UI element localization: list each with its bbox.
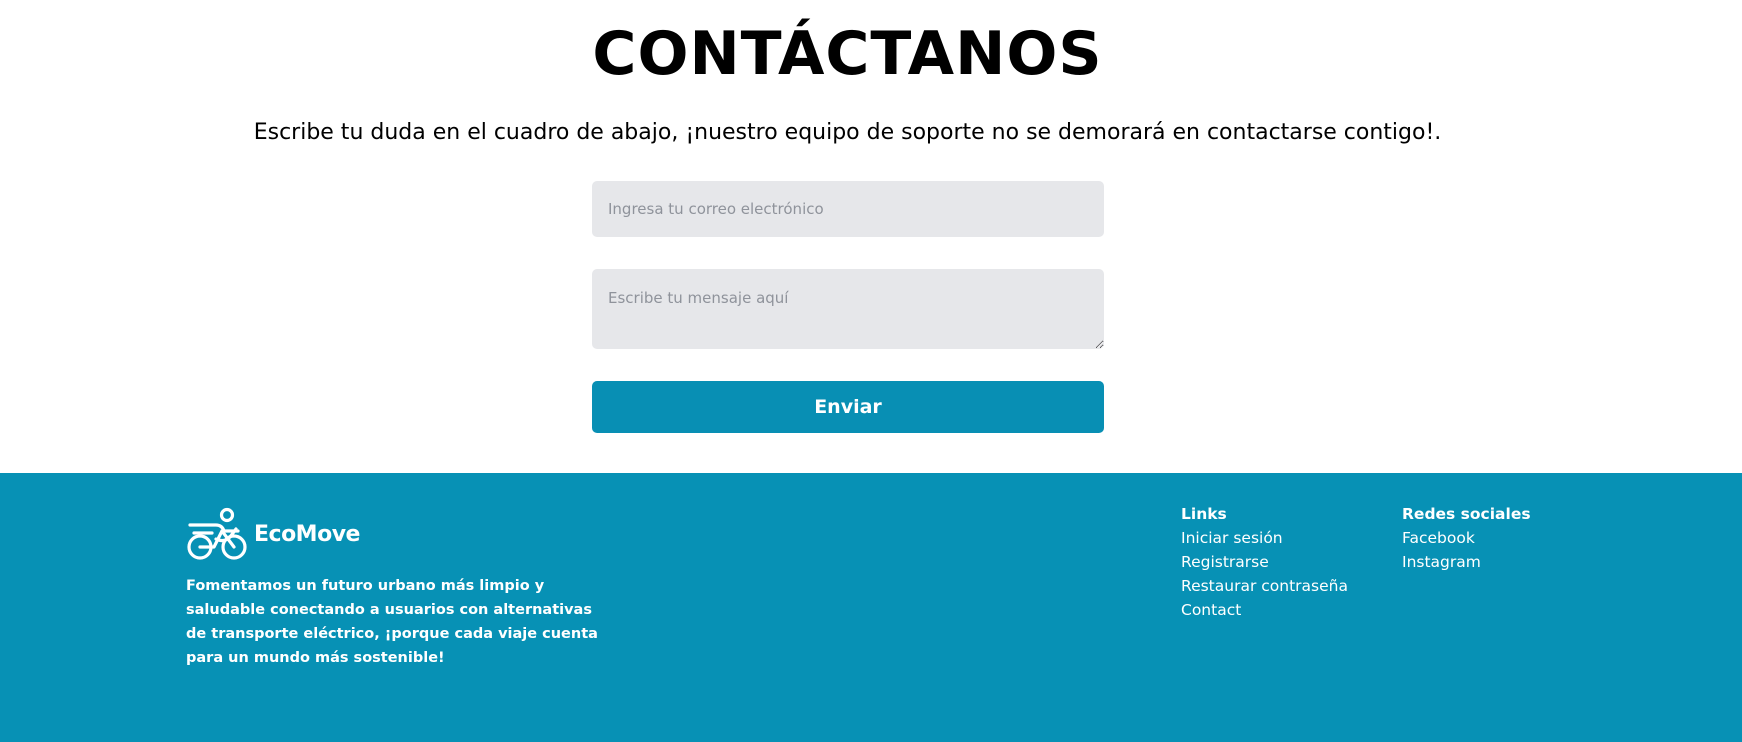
message-field[interactable] [592,269,1104,349]
link-facebook[interactable]: Facebook [1402,529,1475,547]
footer-links: Links Iniciar sesión Registrarse Restaur… [1181,502,1348,622]
footer-social: Redes sociales Facebook Instagram [1402,502,1531,574]
send-button[interactable]: Enviar [592,381,1104,433]
links-item: Restaurar contraseña [1181,574,1348,598]
links-item: Registrarse [1181,550,1348,574]
email-field[interactable] [592,181,1104,237]
link-contact[interactable]: Contact [1181,601,1241,619]
page: CONTÁCTANOS Escribe tu duda en el cuadro… [0,0,1742,742]
links-title: Links [1181,505,1227,523]
links-list: Iniciar sesión Registrarse Restaurar con… [1181,526,1348,622]
link-registrarse[interactable]: Registrarse [1181,553,1269,571]
brand-name: EcoMove [254,521,360,547]
contact-section: CONTÁCTANOS Escribe tu duda en el cuadro… [0,0,1742,473]
footer: EcoMove Fomentamos un futuro urbano más … [0,473,1742,742]
link-iniciar-sesion[interactable]: Iniciar sesión [1181,529,1283,547]
page-title: CONTÁCTANOS [592,19,1103,89]
bike-rider-icon [186,507,248,561]
social-title: Redes sociales [1402,505,1531,523]
social-list: Facebook Instagram [1402,526,1531,574]
footer-tagline: Fomentamos un futuro urbano más limpio y… [186,578,598,666]
social-item: Facebook [1402,526,1531,550]
brand-logo[interactable]: EcoMove [186,507,360,561]
link-restaurar-contrasena[interactable]: Restaurar contraseña [1181,577,1348,595]
link-instagram[interactable]: Instagram [1402,553,1481,571]
page-subtitle: Escribe tu duda en el cuadro de abajo, ¡… [253,120,1442,145]
links-item: Contact [1181,598,1348,622]
links-item: Iniciar sesión [1181,526,1348,550]
social-item: Instagram [1402,550,1531,574]
